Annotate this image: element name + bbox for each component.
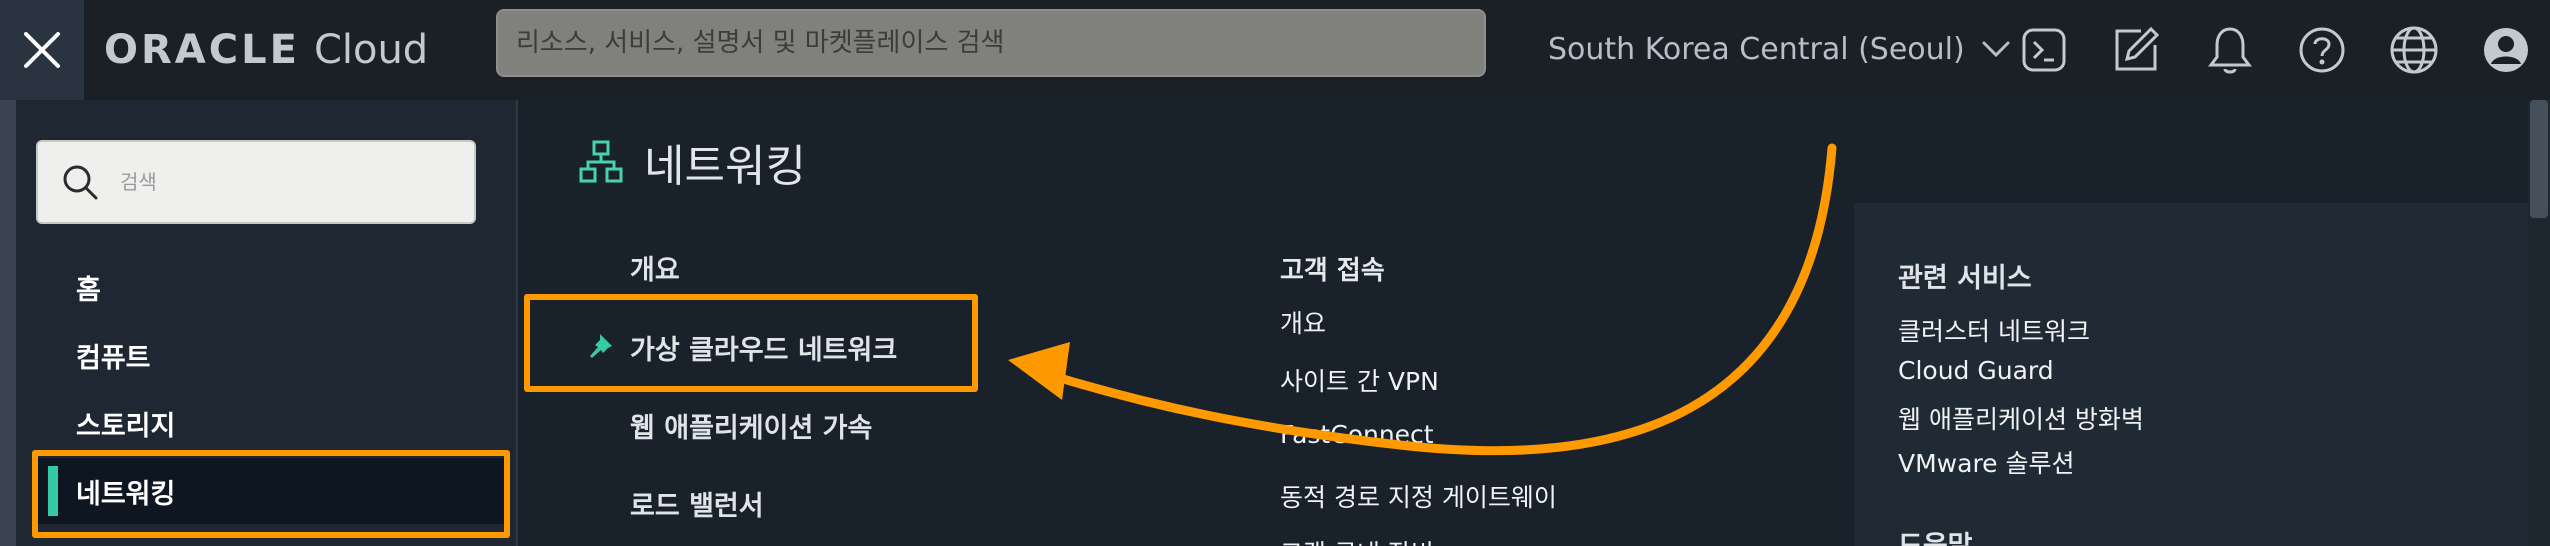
link-connectivity-overview[interactable]: 개요 <box>1280 304 1326 340</box>
link-web-application-firewall[interactable]: 웹 애플리케이션 방화벽 <box>1898 400 2144 436</box>
notifications-button[interactable] <box>2198 18 2262 82</box>
link-dynamic-routing-gateway[interactable]: 동적 경로 지정 게이트웨이 <box>1280 478 1557 514</box>
chevron-down-icon <box>1982 41 2010 58</box>
link-customer-premises-equipment[interactable]: 고객 구내 장비 <box>1280 534 1434 546</box>
edit-button[interactable] <box>2104 18 2168 82</box>
user-icon <box>2484 28 2528 72</box>
cloud-shell-icon <box>2022 28 2066 72</box>
link-overview[interactable]: 개요 <box>630 248 680 287</box>
sidebar-item-label: 스토리지 <box>76 410 176 442</box>
link-cluster-network[interactable]: 클러스터 네트워크 <box>1898 312 2090 348</box>
global-search[interactable] <box>496 9 1486 77</box>
sidebar-item-storage[interactable]: 스토리지 <box>36 390 506 456</box>
search-icon <box>63 165 98 200</box>
sidebar-search-input[interactable] <box>120 170 440 194</box>
help-icon <box>2299 27 2345 73</box>
panel-divider <box>516 100 518 546</box>
help-button[interactable] <box>2290 18 2354 82</box>
sidebar-item-home[interactable]: 홈 <box>36 254 506 320</box>
close-menu-button[interactable] <box>0 0 84 100</box>
scrollbar[interactable] <box>2528 100 2550 546</box>
sidebar-item-networking[interactable]: 네트워킹 <box>36 458 506 524</box>
section-heading-customer-connectivity: 고객 접속 <box>1280 256 1385 286</box>
section-heading-related-services: 관련 서비스 <box>1898 263 2032 294</box>
link-web-app-acceleration[interactable]: 웹 애플리케이션 가속 <box>630 406 872 445</box>
link-virtual-cloud-network[interactable]: 가상 클라우드 네트워크 <box>630 328 897 367</box>
language-button[interactable] <box>2382 18 2446 82</box>
user-profile-button[interactable] <box>2474 18 2538 82</box>
logo-product: Cloud <box>313 27 429 73</box>
globe-icon <box>2390 26 2438 74</box>
link-cloud-guard[interactable]: Cloud Guard <box>1898 356 2054 385</box>
cloud-shell-button[interactable] <box>2012 18 2076 82</box>
pin-icon[interactable] <box>586 330 616 364</box>
close-icon <box>24 32 60 68</box>
edit-icon <box>2115 26 2160 71</box>
link-vmware-solution[interactable]: VMware 솔루션 <box>1898 444 2075 480</box>
sidebar-item-compute[interactable]: 컴퓨트 <box>36 322 506 388</box>
section-heading-help: 도움말 <box>1898 524 1973 546</box>
oci-console: ORACLE Cloud South Korea Central (Seoul) <box>0 0 2550 546</box>
bell-icon <box>2208 27 2252 74</box>
network-icon <box>579 140 623 183</box>
global-search-input[interactable] <box>516 28 1484 58</box>
main-header: 네트워킹 <box>578 130 806 194</box>
sidebar-item-label: 홈 <box>76 274 101 306</box>
sidebar-edge <box>0 100 16 546</box>
sidebar-item-label: 네트워킹 <box>76 478 176 510</box>
link-load-balancer[interactable]: 로드 밸런서 <box>630 484 764 523</box>
link-fastconnect[interactable]: FastConnect <box>1280 420 1434 449</box>
region-label: South Korea Central (Seoul) <box>1548 31 1965 67</box>
sidebar-item-label: 컴퓨트 <box>76 342 151 374</box>
active-indicator <box>48 466 58 516</box>
region-selector[interactable]: South Korea Central (Seoul) <box>1548 24 2011 74</box>
page-title: 네트워킹 <box>644 141 806 192</box>
link-site-to-site-vpn[interactable]: 사이트 간 VPN <box>1280 362 1439 398</box>
sidebar-search[interactable] <box>36 140 476 224</box>
logo-brand: ORACLE <box>104 27 300 73</box>
oracle-cloud-logo[interactable]: ORACLE Cloud <box>104 20 428 80</box>
scrollbar-thumb[interactable] <box>2530 100 2548 218</box>
